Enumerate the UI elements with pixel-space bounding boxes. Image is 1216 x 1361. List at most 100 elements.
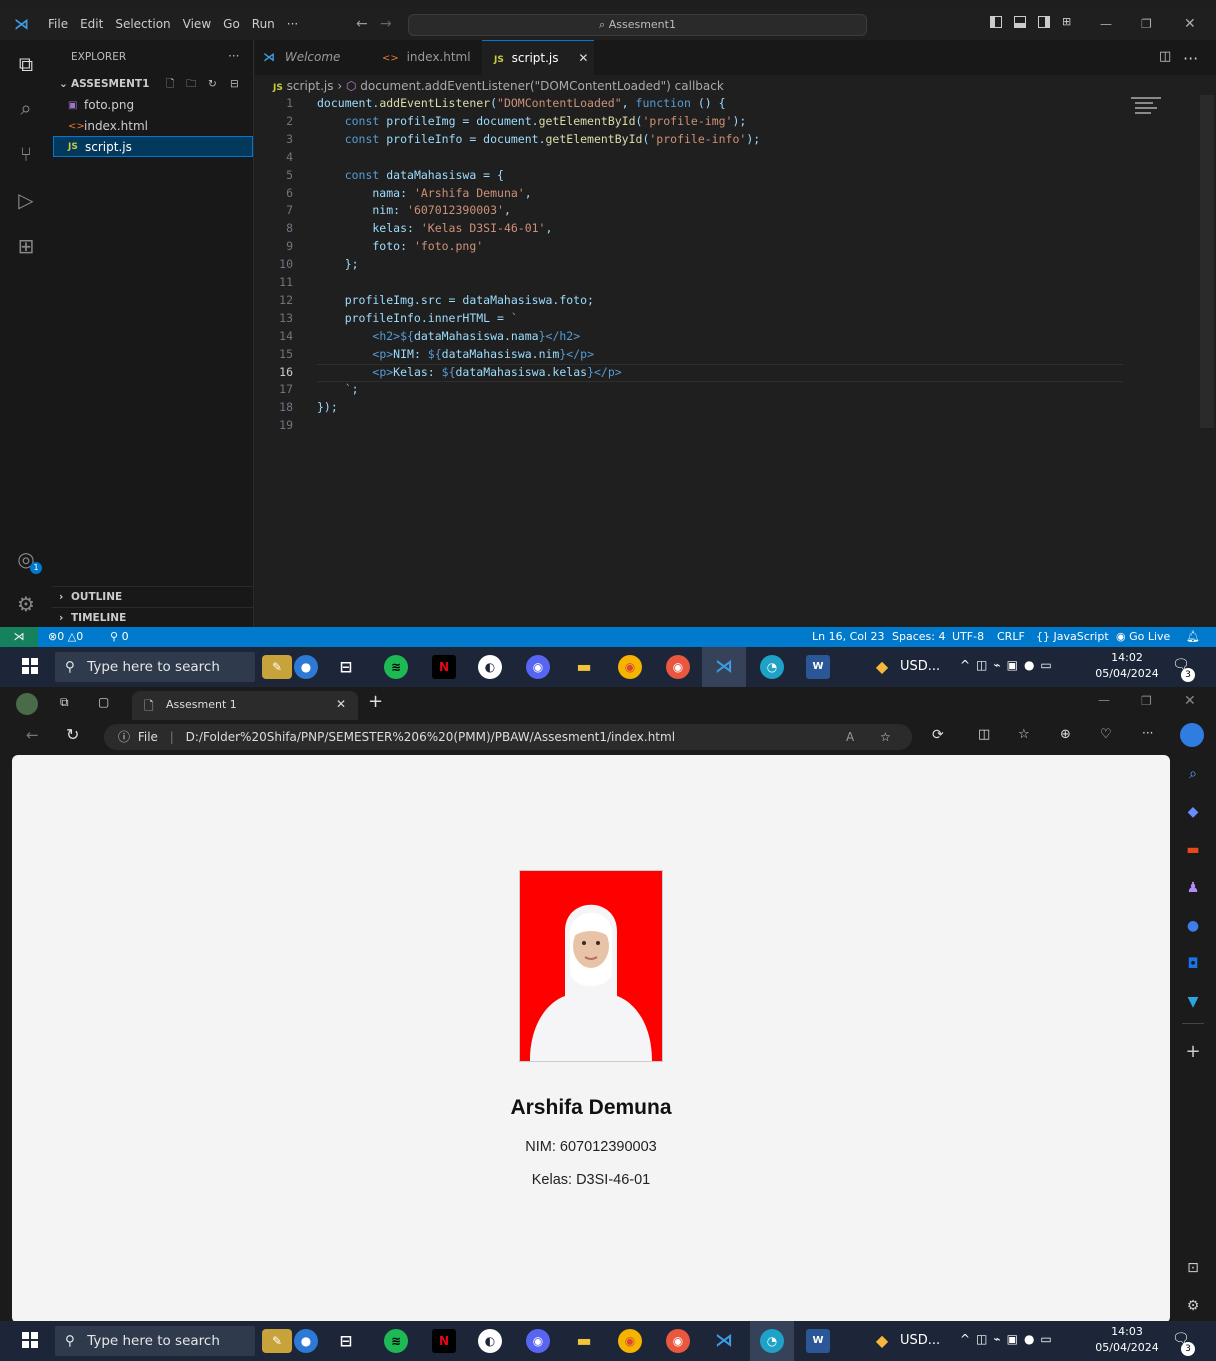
clock[interactable]: 14:02 05/04/2024 bbox=[1095, 650, 1159, 682]
code-line[interactable]: const dataMahasiswa = { bbox=[317, 168, 504, 182]
timeline-section[interactable]: › TIMELINE bbox=[52, 607, 254, 628]
source-control-icon[interactable]: ⑂ bbox=[14, 142, 38, 166]
code-line[interactable]: nama: 'Arshifa Demuna', bbox=[317, 186, 531, 200]
taskbar-search[interactable]: ⚲ Type here to search bbox=[55, 652, 255, 682]
file-item-foto[interactable]: ▣ foto.png bbox=[52, 95, 254, 116]
read-aloud-icon[interactable]: A bbox=[846, 724, 854, 750]
widget-icon[interactable]: ✎ bbox=[262, 655, 292, 679]
copilot-icon[interactable]: ● bbox=[294, 1329, 318, 1353]
taskbar-search[interactable]: ⚲ Type here to search bbox=[55, 1326, 255, 1356]
code-line[interactable]: kelas: 'Kelas D3SI-46-01', bbox=[317, 221, 552, 235]
restore-icon[interactable]: ❐ bbox=[1141, 8, 1152, 40]
windows-start-icon[interactable] bbox=[22, 658, 38, 674]
more-actions-icon[interactable]: ··· bbox=[1183, 49, 1198, 68]
search-icon[interactable]: ⌕ bbox=[14, 96, 38, 120]
performance-icon[interactable]: ♡ bbox=[1100, 727, 1112, 742]
go-live-button[interactable]: ◉ Go Live bbox=[1116, 627, 1170, 647]
code-line[interactable]: nim: '607012390003', bbox=[317, 203, 511, 217]
toggle-panel-icon[interactable] bbox=[1014, 16, 1026, 28]
breadcrumb-file[interactable]: script.js bbox=[287, 79, 334, 93]
refresh-icon[interactable]: ↻ bbox=[208, 74, 217, 95]
code-line[interactable]: const profileInfo = document.getElementB… bbox=[317, 132, 760, 146]
discord-icon[interactable]: ◉ bbox=[526, 1329, 550, 1353]
spotify-icon[interactable]: ≋ bbox=[384, 1329, 408, 1353]
word-icon[interactable]: W bbox=[806, 1329, 830, 1353]
explorer-icon[interactable]: ⧉ bbox=[14, 52, 38, 76]
toggle-secondary-sidebar-icon[interactable] bbox=[1038, 16, 1050, 28]
netflix-icon[interactable]: N bbox=[432, 1329, 456, 1353]
ports-indicator[interactable]: ⚲ 0 bbox=[110, 627, 129, 647]
minimap[interactable] bbox=[1127, 95, 1175, 125]
minimize-icon[interactable]: — bbox=[1098, 693, 1110, 707]
remote-icon[interactable]: ⋊ bbox=[0, 627, 38, 647]
system-tray-icons[interactable]: ^◫⌁▣●▭ bbox=[960, 658, 1058, 672]
back-arrow-icon[interactable]: ← bbox=[356, 8, 368, 40]
favorites-icon[interactable]: ☆ bbox=[1018, 727, 1030, 742]
code-line[interactable]: const profileImg = document.getElementBy… bbox=[317, 114, 747, 128]
indentation[interactable]: Spaces: 4 bbox=[892, 627, 945, 647]
tab-welcome[interactable]: ⋊ Welcome bbox=[255, 40, 370, 75]
edge-icon[interactable]: ◔ bbox=[760, 655, 784, 679]
system-tray-icons[interactable]: ^◫⌁▣●▭ bbox=[960, 1332, 1058, 1346]
app-icon[interactable]: ◐ bbox=[478, 1329, 502, 1353]
vscode-taskbar-icon[interactable]: ⋊ bbox=[712, 655, 736, 679]
favorite-star-icon[interactable]: ☆ bbox=[880, 724, 891, 750]
tab-index-html[interactable]: <> index.html bbox=[370, 40, 482, 75]
code-line[interactable]: profileImg.src = dataMahasiswa.foto; bbox=[317, 293, 594, 307]
code-line[interactable]: }; bbox=[317, 257, 359, 271]
file-item-index[interactable]: <> index.html bbox=[52, 116, 254, 137]
split-editor-icon[interactable]: ◫ bbox=[1159, 49, 1171, 64]
extensions-icon[interactable]: ⟳ bbox=[932, 727, 944, 743]
close-tab-icon[interactable]: ✕ bbox=[336, 697, 346, 711]
customize-layout-icon[interactable]: ⊞ bbox=[1062, 15, 1071, 28]
discord-icon[interactable]: ◉ bbox=[526, 655, 550, 679]
code-line[interactable]: profileInfo.innerHTML = ` bbox=[317, 311, 518, 325]
drop-icon[interactable]: ▼ bbox=[1182, 991, 1204, 1013]
code-line[interactable]: <p>NIM: ${dataMahasiswa.nim}</p> bbox=[317, 347, 594, 361]
menu-file[interactable]: File bbox=[42, 8, 74, 40]
minimize-icon[interactable]: — bbox=[1100, 8, 1112, 40]
problems-indicator[interactable]: ⊗0 △0 bbox=[48, 627, 83, 647]
split-screen-icon[interactable]: ◫ bbox=[978, 727, 990, 742]
currency-label[interactable]: USD... bbox=[900, 659, 940, 674]
refresh-icon[interactable]: ↻ bbox=[66, 725, 79, 744]
collections-icon[interactable]: ⊕ bbox=[1060, 727, 1071, 742]
search-icon[interactable]: ⌕ bbox=[1182, 763, 1204, 785]
tab-actions-icon[interactable]: ▢ bbox=[98, 695, 109, 709]
games-icon[interactable]: ♟ bbox=[1182, 877, 1204, 899]
chrome-icon[interactable]: ◉ bbox=[618, 1329, 642, 1353]
menu-view[interactable]: View bbox=[177, 8, 217, 40]
close-icon[interactable]: ✕ bbox=[1184, 693, 1196, 709]
edge-icon[interactable]: ◔ bbox=[760, 1329, 784, 1353]
word-icon[interactable]: W bbox=[806, 655, 830, 679]
browser-tab[interactable]: 🗋 Assesment 1 ✕ bbox=[132, 691, 358, 720]
outline-section[interactable]: › OUTLINE bbox=[52, 586, 254, 607]
code-line[interactable]: <h2>${dataMahasiswa.nama}</h2> bbox=[317, 329, 580, 343]
app-icon[interactable]: ◐ bbox=[478, 655, 502, 679]
command-center[interactable]: ⌕ Assesment1 bbox=[408, 14, 867, 36]
toggle-primary-sidebar-icon[interactable] bbox=[990, 16, 1002, 28]
code-line[interactable]: `; bbox=[317, 382, 359, 396]
add-app-icon[interactable]: + bbox=[1182, 1041, 1204, 1063]
forward-arrow-icon[interactable]: → bbox=[380, 8, 392, 40]
netflix-icon[interactable]: N bbox=[432, 655, 456, 679]
scrollbar[interactable] bbox=[1200, 95, 1214, 428]
extensions-icon[interactable]: ⊞ bbox=[14, 234, 38, 258]
hide-sidebar-icon[interactable]: ⊡ bbox=[1182, 1257, 1204, 1279]
shopping-tag-icon[interactable]: ◆ bbox=[1182, 801, 1204, 823]
menu-run[interactable]: Run bbox=[246, 8, 281, 40]
more-actions-icon[interactable]: ··· bbox=[228, 49, 239, 63]
notifications-bell-icon[interactable]: 🔔︎ bbox=[1186, 627, 1200, 647]
manage-gear-icon[interactable]: ⚙ bbox=[14, 592, 38, 616]
sidebar-settings-gear-icon[interactable]: ⚙ bbox=[1182, 1295, 1204, 1317]
code-line[interactable]: }); bbox=[317, 400, 338, 414]
vscode-taskbar-icon[interactable]: ⋊ bbox=[712, 1329, 736, 1353]
close-icon[interactable]: ✕ bbox=[1184, 8, 1196, 40]
outlook-icon[interactable]: ◘ bbox=[1182, 953, 1204, 975]
file-explorer-icon[interactable]: ▬ bbox=[572, 1329, 596, 1353]
breadcrumb-symbol[interactable]: document.addEventListener("DOMContentLoa… bbox=[360, 79, 724, 93]
code-line[interactable]: document.addEventListener("DOMContentLoa… bbox=[317, 96, 726, 110]
folder-header[interactable]: ⌄ ASSESMENT1 🗋 🗀 ↻ ⊟ bbox=[52, 74, 254, 95]
copilot-icon[interactable] bbox=[1180, 723, 1204, 747]
chrome-icon[interactable]: ◉ bbox=[618, 655, 642, 679]
